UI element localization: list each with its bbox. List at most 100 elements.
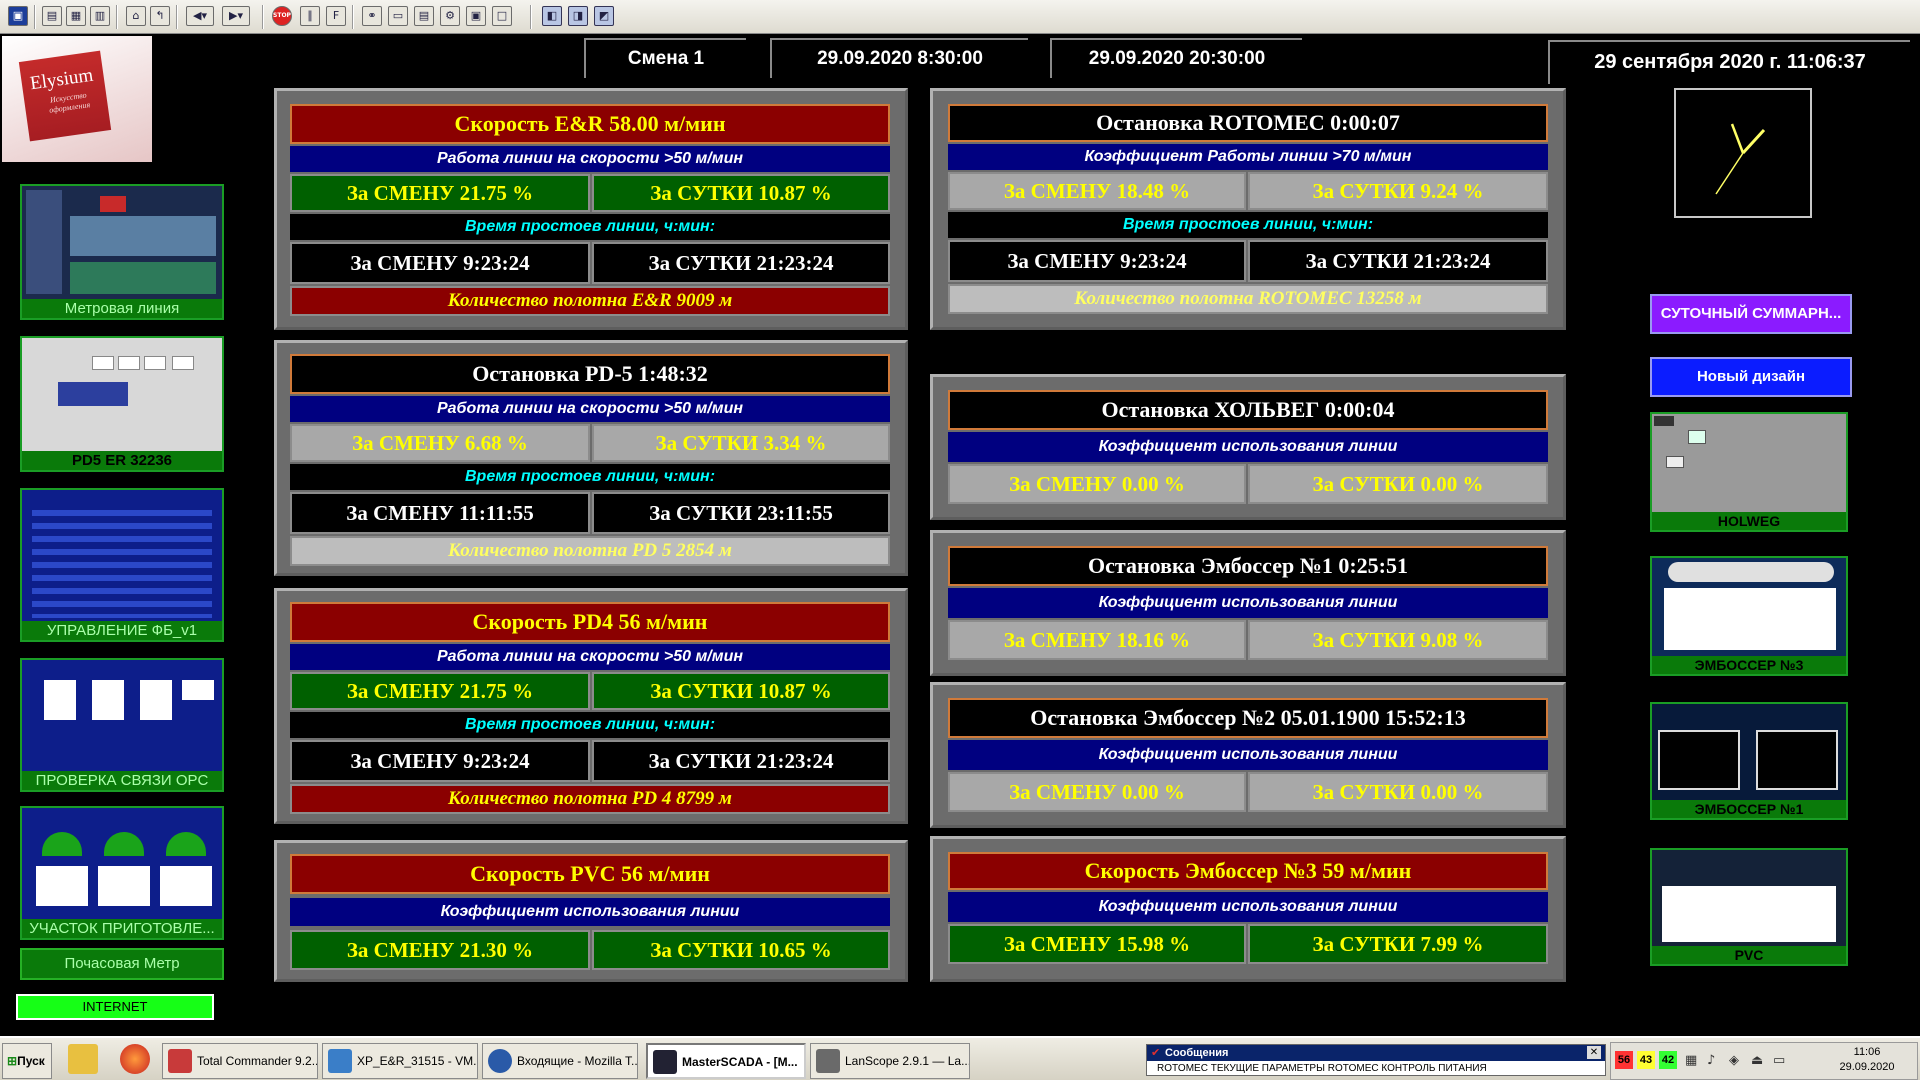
display-icon[interactable]: ▭ (1773, 1053, 1785, 1068)
holweg-shift-percent: За СМЕНУ 0.00 % (948, 464, 1246, 504)
bars-icon[interactable]: ▥ (90, 6, 110, 26)
nav-thumb-label: ПРОВЕРКА СВЯЗИ OPC (22, 771, 222, 790)
embosser1-day-percent: За СУТКИ 9.08 % (1248, 620, 1548, 660)
rotomec-subtitle: Коэффициент Работы линии >70 м/мин (948, 144, 1548, 170)
nav-thumb-embosser1[interactable]: ЭМБОССЕР №1 (1650, 702, 1848, 820)
toolbar-separator (530, 5, 532, 29)
pause-icon[interactable]: ∥ (300, 6, 320, 26)
firefox-icon[interactable] (120, 1044, 150, 1074)
nav-thumb-label: PVC (1652, 946, 1846, 964)
tray-count-green[interactable]: 42 (1659, 1051, 1677, 1069)
binoculars-icon[interactable]: ⚭ (362, 6, 382, 26)
shift-start-time: 29.09.2020 8:30:00 (770, 38, 1028, 78)
toolbar-separator (262, 5, 264, 29)
view-mode-1-icon[interactable]: ◧ (542, 6, 562, 26)
task-lanscope[interactable]: LanScope 2.9.1 — La... (810, 1043, 970, 1079)
nav-thumb-embosser3[interactable]: ЭМБОССЕР №3 (1650, 556, 1848, 676)
masterscada-icon (653, 1050, 677, 1074)
start-button[interactable]: ⊞Пуск (2, 1043, 52, 1079)
thumb-preview (70, 262, 216, 294)
toolbar-separator (352, 5, 354, 29)
up-level-icon[interactable]: ↰ (150, 6, 170, 26)
tile-icon[interactable]: ▦ (66, 6, 86, 26)
task-label: XP_E&R_31515 - VM... (357, 1054, 478, 1068)
frame-icon[interactable]: □ (492, 6, 512, 26)
thumb-preview (92, 356, 114, 370)
rotomec-shift-percent: За СМЕНУ 18.48 % (948, 172, 1246, 210)
window-icon[interactable]: ▤ (42, 6, 62, 26)
thumb-preview (1658, 730, 1740, 790)
view-mode-3-icon[interactable]: ◩ (594, 6, 614, 26)
embosser1-subtitle: Коэффициент использования линии (948, 588, 1548, 618)
shield-icon[interactable]: ◈ (1729, 1053, 1739, 1068)
thumb-preview (1662, 886, 1836, 942)
er-shift-percent: За СМЕНУ 21.75 % (290, 174, 590, 212)
nav-thumb-prep-area[interactable]: УЧАСТОК ПРИГОТОВЛЕ... (20, 806, 224, 940)
holweg-day-percent: За СУТКИ 0.00 % (1248, 464, 1548, 504)
er-day-downtime: За СУТКИ 21:23:24 (592, 242, 890, 284)
toolbar-separator (116, 5, 118, 29)
thumb-preview (1688, 430, 1706, 444)
daily-summary-button[interactable]: СУТОЧНЫЙ СУММАРН... (1650, 294, 1852, 334)
thumb-preview (144, 356, 166, 370)
pd4-downtime-label: Время простоев линии, ч:мин: (290, 712, 890, 738)
embosser2-day-percent: За СУТКИ 0.00 % (1248, 772, 1548, 812)
pd5-shift-downtime: За СМЕНУ 11:11:55 (290, 492, 590, 534)
home-icon[interactable]: ⌂ (126, 6, 146, 26)
report-icon[interactable]: ▤ (414, 6, 434, 26)
system-tray: 56 43 42 ▦ ♪ ◈ ⏏ ▭ 11:06 29.09.2020 (1610, 1042, 1918, 1080)
settings-icon[interactable]: ⚙ (440, 6, 460, 26)
nav-thumb-pvc[interactable]: PVC (1650, 848, 1848, 966)
function-icon[interactable]: F (326, 6, 346, 26)
thumb-preview (98, 866, 150, 906)
stop-icon[interactable]: STOP (272, 6, 292, 26)
tray-count-yellow[interactable]: 43 (1637, 1051, 1655, 1069)
tray-count-red[interactable]: 56 (1615, 1051, 1633, 1069)
nav-thumb-metro-line[interactable]: Метровая линия (20, 184, 224, 320)
check-icon: ✔ (1151, 1046, 1161, 1059)
task-thunderbird[interactable]: Входящие - Mozilla T... (482, 1043, 638, 1079)
er-title: Скорость E&R 58.00 м/мин (290, 104, 890, 144)
forward-arrow-icon[interactable]: ▶▾ (222, 6, 250, 26)
usb-icon[interactable]: ⏏ (1751, 1053, 1763, 1068)
messages-window[interactable]: Сообщения ✔ ✕ ROTOMEC ТЕКУЩИЕ ПАРАМЕТРЫ … (1146, 1044, 1606, 1076)
calendar-icon[interactable]: ▭ (388, 6, 408, 26)
photo-icon[interactable]: ▣ (466, 6, 486, 26)
pd4-shift-percent: За СМЕНУ 21.75 % (290, 672, 590, 710)
nav-thumb-label: УПРАВЛЕНИЕ ФБ_v1 (22, 621, 222, 640)
tray-clock[interactable]: 11:06 29.09.2020 (1837, 1045, 1897, 1075)
nav-thumb-label: УЧАСТОК ПРИГОТОВЛЕ... (22, 919, 222, 938)
embosser1-title: Остановка Эмбоссер №1 0:25:51 (948, 546, 1548, 586)
er-quantity: Количество полотна E&R 9009 м (290, 286, 890, 316)
network-icon[interactable]: ▦ (1685, 1053, 1697, 1068)
nav-thumb-opc-check[interactable]: ПРОВЕРКА СВЯЗИ OPC (20, 658, 224, 792)
er-shift-downtime: За СМЕНУ 9:23:24 (290, 242, 590, 284)
messages-text: ROTOMEC ТЕКУЩИЕ ПАРАМЕТРЫ ROTOMEC КОНТРО… (1157, 1063, 1487, 1074)
view-mode-2-icon[interactable]: ◨ (568, 6, 588, 26)
task-vmware[interactable]: XP_E&R_31515 - VM... (322, 1043, 478, 1079)
sound-icon[interactable]: ♪ (1707, 1053, 1715, 1068)
nav-thumb-label: ЭМБОССЕР №3 (1652, 656, 1846, 674)
nav-thumb-label: PD5 ER 32236 (22, 451, 222, 470)
close-icon[interactable]: ✕ (1587, 1046, 1601, 1059)
task-total-commander[interactable]: Total Commander 9.2... (162, 1043, 318, 1079)
rotomec-day-downtime: За СУТКИ 21:23:24 (1248, 240, 1548, 282)
back-arrow-icon[interactable]: ◀▾ (186, 6, 214, 26)
pd4-day-downtime: За СУТКИ 21:23:24 (592, 740, 890, 782)
hourly-meter-button[interactable]: Почасовая Метр (20, 948, 224, 980)
task-label: LanScope 2.9.1 — La... (845, 1054, 970, 1068)
clock-hands-icon (1715, 123, 1766, 195)
internet-button[interactable]: INTERNET (16, 994, 214, 1020)
nav-thumb-fb-control[interactable]: УПРАВЛЕНИЕ ФБ_v1 (20, 488, 224, 642)
pd5-day-percent: За СУТКИ 3.34 % (592, 424, 890, 462)
pvc-subtitle: Коэффициент использования линии (290, 898, 890, 926)
embosser3-day-percent: За СУТКИ 7.99 % (1248, 924, 1548, 964)
nav-thumb-pd5[interactable]: PD5 ER 32236 (20, 336, 224, 472)
thumb-preview (160, 866, 212, 906)
app-icon[interactable]: ▣ (8, 6, 28, 26)
nav-thumb-holweg[interactable]: HOLWEG (1650, 412, 1848, 532)
new-design-button[interactable]: Новый дизайн (1650, 357, 1852, 397)
task-masterscada[interactable]: MasterSCADA - [M... (646, 1043, 806, 1079)
folder-icon[interactable] (68, 1044, 98, 1074)
rotomec-day-percent: За СУТКИ 9.24 % (1248, 172, 1548, 210)
